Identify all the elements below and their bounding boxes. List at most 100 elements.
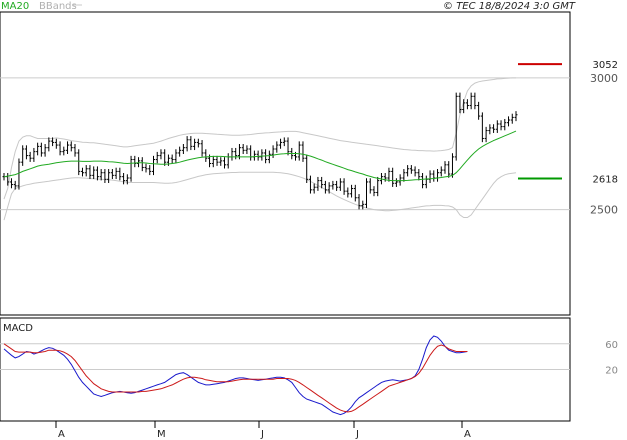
price-bar <box>92 166 96 180</box>
price-bar <box>58 141 62 156</box>
price-bar <box>350 184 354 198</box>
price-bar <box>181 144 185 155</box>
price-bar <box>193 138 197 151</box>
macd-lines <box>3 335 468 416</box>
price-bar <box>133 155 137 168</box>
price-bar <box>338 178 342 191</box>
price-bar <box>432 170 436 182</box>
bbands-upper-line <box>3 77 516 200</box>
price-bar <box>346 187 350 198</box>
price-bar <box>473 92 477 110</box>
price-bar <box>47 137 51 152</box>
price-bar <box>245 145 249 155</box>
price-bar <box>196 138 200 148</box>
price-bar <box>488 124 492 135</box>
price-bar <box>394 178 398 187</box>
price-bar <box>286 137 290 156</box>
price-bar <box>413 166 417 177</box>
price-bar <box>376 176 380 197</box>
price-bar <box>66 141 70 155</box>
price-bar <box>226 153 230 169</box>
price-bar <box>252 150 256 161</box>
macd-title: MACD <box>3 323 33 334</box>
price-bar <box>189 136 193 151</box>
price-bar <box>200 140 204 157</box>
macd-tick-label: 20 <box>605 366 618 377</box>
price-bar <box>249 145 253 161</box>
x-month-label: M <box>157 429 166 440</box>
macd-gridlines: 60 20 <box>0 340 618 377</box>
price-bar <box>443 161 447 174</box>
price-bar <box>465 99 469 110</box>
price-bar <box>398 174 402 186</box>
price-bar <box>297 141 301 161</box>
price-bar <box>484 126 488 143</box>
price-bar <box>267 150 271 164</box>
price-bar <box>77 149 81 176</box>
price-bar <box>99 169 103 181</box>
price-bar <box>118 167 122 181</box>
price-bar <box>234 147 238 160</box>
legend-ma20: MA20 <box>1 1 29 12</box>
price-bar <box>62 146 66 156</box>
price-bar <box>406 165 410 177</box>
price-bar <box>54 138 58 149</box>
price-bar <box>316 176 320 191</box>
price-bar <box>342 178 346 195</box>
price-bar <box>36 142 40 156</box>
price-bar <box>421 172 425 189</box>
price-bar <box>402 169 406 182</box>
price-bar <box>185 136 189 152</box>
price-gridlines: 3000 2500 <box>0 72 618 217</box>
price-bar <box>114 167 118 180</box>
price-bar <box>323 180 327 194</box>
stock-chart: 3000 2500 3052 2618 60 20 A M J J A MA20 BBands… <box>0 1 618 440</box>
price-bar <box>312 183 316 194</box>
price-bar <box>241 144 245 155</box>
price-bar <box>88 165 92 180</box>
price-bar <box>510 113 514 124</box>
price-bar <box>480 112 484 143</box>
price-bar <box>215 155 219 166</box>
price-bar <box>174 149 178 164</box>
price-bar <box>492 124 496 133</box>
price-bar <box>24 145 28 160</box>
price-bar <box>308 175 312 194</box>
price-bar <box>144 163 148 173</box>
ma20-line <box>3 130 517 182</box>
price-bar <box>439 166 443 177</box>
price-bar <box>365 178 369 209</box>
price-bar <box>110 169 114 180</box>
price-bar <box>335 180 339 191</box>
price-bar <box>391 167 395 187</box>
x-month-label: A <box>58 429 65 440</box>
price-bar <box>39 142 43 157</box>
price-panel-frame <box>0 11 571 316</box>
price-bar <box>107 169 111 183</box>
bollinger-bands <box>3 77 517 221</box>
price-bar <box>256 150 260 161</box>
price-bar <box>357 194 361 210</box>
price-bar <box>260 149 264 161</box>
price-bar <box>151 155 155 176</box>
price-bar <box>73 144 77 157</box>
price-bar <box>103 169 107 183</box>
price-bar <box>140 157 144 172</box>
price-bar <box>84 165 88 177</box>
price-bar <box>69 141 73 152</box>
price-bar <box>129 155 133 182</box>
copyright-text: © TEC 18/8/2024 3:0 GMT <box>443 1 576 12</box>
price-bar <box>409 165 413 174</box>
price-bar <box>477 101 481 120</box>
x-month-label: J <box>355 429 359 440</box>
price-bar <box>148 165 152 176</box>
price-bar <box>372 186 376 197</box>
price-bar <box>43 144 47 157</box>
bbands-lower-line <box>3 171 517 221</box>
price-tick-label: 2500 <box>590 204 618 217</box>
price-bar <box>282 137 286 147</box>
price-bar <box>204 149 208 162</box>
price-bar <box>122 172 126 185</box>
macd-tick-label: 60 <box>605 340 618 351</box>
price-bar <box>424 175 428 189</box>
